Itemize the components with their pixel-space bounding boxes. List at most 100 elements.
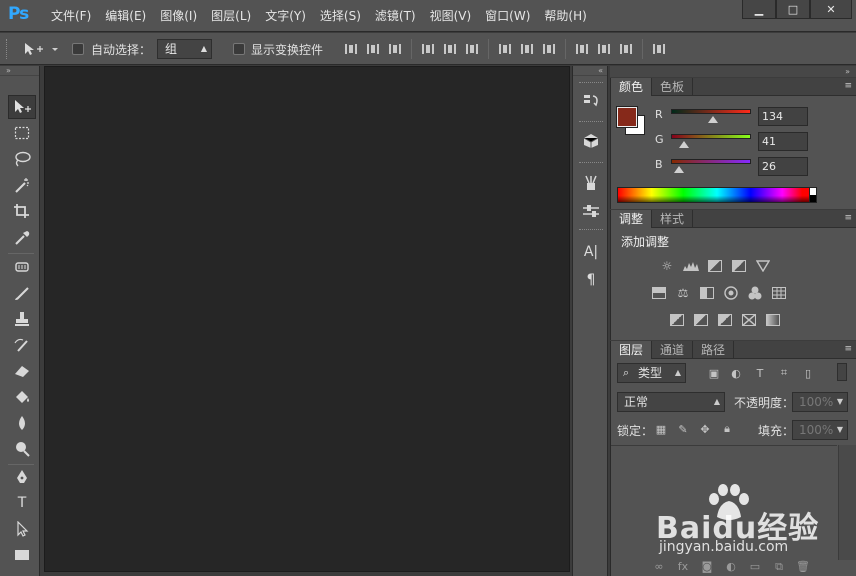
character-panel-icon[interactable]: A| [580,242,602,262]
filter-type-icon[interactable]: T [752,365,768,381]
distribute-left-icon[interactable] [571,39,593,59]
move-tool-icon[interactable] [8,95,36,119]
fill-input[interactable]: 100% ▼ [792,420,848,440]
lock-transparent-icon[interactable]: ▦ [653,421,669,437]
layer-filter-dropdown[interactable]: ⌕ 类型 ▲ [617,363,686,383]
align-hcenter-icon[interactable] [439,39,461,59]
channel-r-input[interactable]: 134 [758,107,808,126]
filter-shape-icon[interactable]: ⌗ [776,365,792,381]
paint-bucket-tool-icon[interactable] [8,385,36,409]
pen-tool-icon[interactable] [8,465,36,489]
healing-brush-tool-icon[interactable] [8,255,36,279]
history-brush-tool-icon[interactable] [8,333,36,357]
selective-color-icon[interactable] [739,312,759,328]
menu-help[interactable]: 帮助(H) [537,0,593,32]
distribute-top-icon[interactable] [494,39,516,59]
curves-icon[interactable] [705,258,725,274]
auto-align-layers-icon[interactable] [648,39,670,59]
path-selection-tool-icon[interactable] [8,517,36,541]
menu-layer[interactable]: 图层(L) [204,0,258,32]
panel-menu-icon[interactable]: ≡ [844,81,852,91]
panels-collapse-icon[interactable]: » [610,66,856,77]
tab-adjustments[interactable]: 调整 [611,210,653,228]
hue-saturation-icon[interactable] [649,285,669,301]
filter-pixel-icon[interactable]: ▣ [706,365,722,381]
eraser-tool-icon[interactable] [8,359,36,383]
distribute-right-icon[interactable] [615,39,637,59]
channel-b-slider[interactable] [671,159,751,164]
color-spectrum-ramp[interactable] [617,187,817,203]
photo-filter-icon[interactable] [721,285,741,301]
blend-mode-dropdown[interactable]: 正常 ▲ [617,392,725,412]
align-bottom-icon[interactable] [384,39,406,59]
align-vcenter-icon[interactable] [362,39,384,59]
crop-tool-icon[interactable] [8,199,36,223]
channel-g-input[interactable]: 41 [758,132,808,151]
align-right-icon[interactable] [461,39,483,59]
opacity-input[interactable]: 100% ▼ [792,392,848,412]
close-button[interactable]: ✕ [810,0,852,19]
maximize-button[interactable]: □ [776,0,810,19]
invert-icon[interactable] [667,312,687,328]
black-white-icon[interactable] [697,285,717,301]
exposure-icon[interactable] [729,258,749,274]
tab-paths[interactable]: 路径 [693,341,735,359]
vibrance-icon[interactable] [753,258,773,274]
distribute-vcenter-icon[interactable] [516,39,538,59]
distribute-bottom-icon[interactable] [538,39,560,59]
clone-stamp-tool-icon[interactable] [8,307,36,331]
foreground-color-swatch[interactable] [616,106,638,128]
align-top-icon[interactable] [340,39,362,59]
posterize-icon[interactable] [691,312,711,328]
brush-tool-icon[interactable] [8,281,36,305]
panel-menu-icon[interactable]: ≡ [844,344,852,354]
align-left-icon[interactable] [417,39,439,59]
menu-window[interactable]: 窗口(W) [478,0,537,32]
lasso-tool-icon[interactable] [8,147,36,171]
menu-file[interactable]: 文件(F) [44,0,98,32]
document-canvas-area[interactable] [44,66,570,572]
paragraph-panel-icon[interactable]: ¶ [580,270,602,290]
distribute-hcenter-icon[interactable] [593,39,615,59]
threshold-icon[interactable] [715,312,735,328]
tools-collapse-icon[interactable]: » [0,66,39,76]
menu-image[interactable]: 图像(I) [153,0,204,32]
channel-g-thumb[interactable] [678,141,689,148]
tab-swatches[interactable]: 色板 [652,78,694,96]
auto-select-checkbox[interactable] [72,43,84,55]
dodge-tool-icon[interactable] [8,437,36,461]
filter-toggle-switch[interactable] [837,363,847,381]
tab-layers[interactable]: 图层 [611,341,653,359]
channel-b-thumb[interactable] [674,166,684,173]
channel-b-input[interactable]: 26 [758,157,808,176]
menu-type[interactable]: 文字(Y) [258,0,313,32]
menu-edit[interactable]: 编辑(E) [98,0,153,32]
channel-g-slider[interactable] [671,134,751,139]
eyedropper-tool-icon[interactable] [8,225,36,249]
menu-filter[interactable]: 滤镜(T) [368,0,423,32]
lock-image-icon[interactable]: ✎ [675,421,691,437]
brush-presets-panel-icon[interactable] [580,173,602,193]
3d-panel-icon[interactable] [580,131,602,151]
strip-collapse-icon[interactable]: « [573,66,607,76]
type-tool-icon[interactable]: T [8,491,36,515]
tab-styles[interactable]: 样式 [652,210,694,228]
menu-select[interactable]: 选择(S) [313,0,368,32]
history-panel-icon[interactable] [580,91,602,111]
rectangle-tool-icon[interactable] [8,543,36,567]
clone-source-panel-icon[interactable] [580,201,602,221]
brightness-contrast-icon[interactable]: ☼ [657,258,677,274]
panel-menu-icon[interactable]: ≡ [844,213,852,223]
show-transform-checkbox[interactable] [233,43,245,55]
lock-position-icon[interactable]: ✥ [697,421,713,437]
channel-r-thumb[interactable] [708,116,718,123]
color-balance-icon[interactable]: ⚖ [673,285,693,301]
auto-select-dropdown[interactable]: 组 ▲ [157,39,212,59]
color-lookup-icon[interactable] [769,285,789,301]
filter-adjustment-icon[interactable]: ◐ [728,365,744,381]
tab-channels[interactable]: 通道 [652,341,694,359]
channel-mixer-icon[interactable] [745,285,765,301]
lock-all-icon[interactable]: 🔒︎ [719,421,735,437]
black-white-ramp[interactable] [809,187,817,203]
filter-smart-object-icon[interactable]: ▯ [800,365,816,381]
